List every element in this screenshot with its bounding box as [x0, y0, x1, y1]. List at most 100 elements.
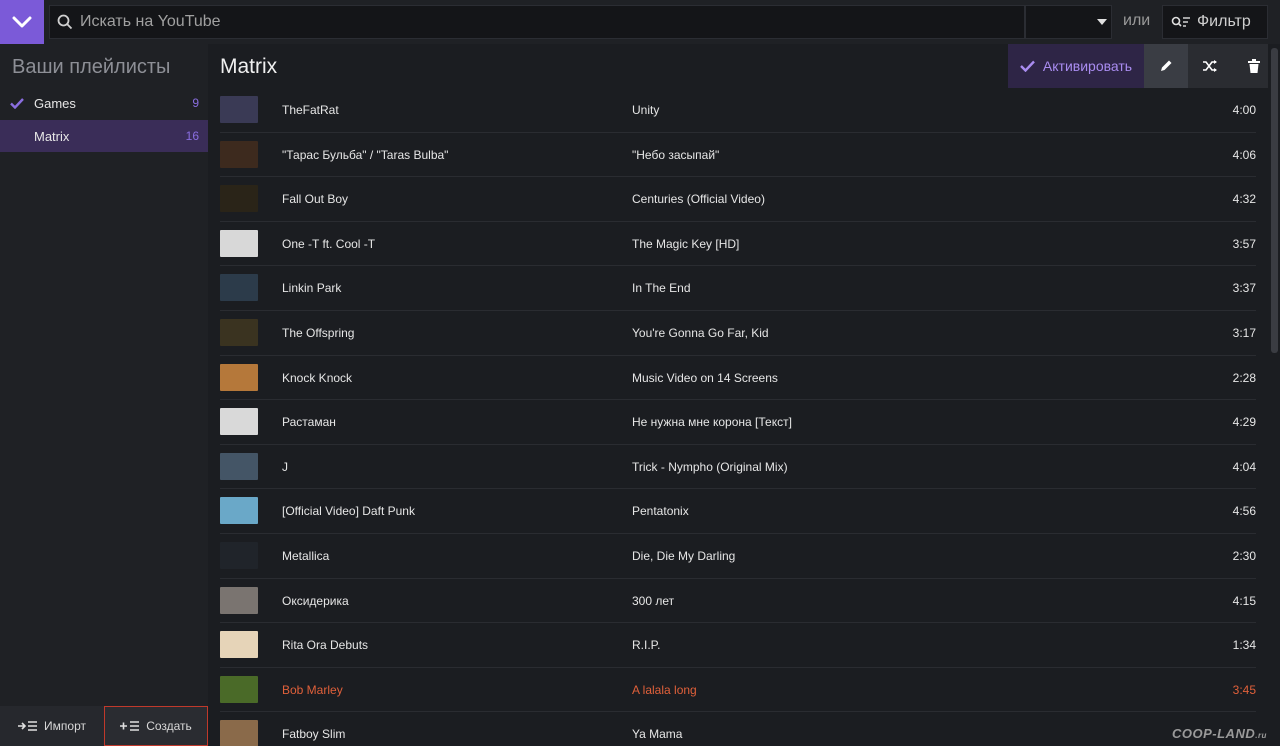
dropdown-arrow-icon: [1097, 19, 1107, 25]
video-thumbnail: [220, 497, 258, 525]
track-row[interactable]: One -T ft. Cool -T The Magic Key [HD] 3:57: [220, 222, 1256, 267]
video-thumbnail: [220, 675, 258, 703]
track-title: Music Video on 14 Screens: [632, 370, 778, 385]
track-title: Unity: [632, 103, 660, 117]
track-duration: 4:00: [1232, 103, 1256, 117]
track-row[interactable]: [Official Video] Daft Punk Pentatonix 4:56: [220, 489, 1256, 534]
track-row[interactable]: TheFatRat Unity 4:00: [220, 88, 1256, 133]
search-input[interactable]: [80, 13, 980, 31]
track-title: Trick - Nympho (Original Mix): [632, 459, 788, 474]
add-list-icon: [120, 721, 140, 731]
track-duration: 1:34: [1232, 638, 1256, 653]
track-row[interactable]: "Тарас Бульба" / "Taras Bulba" "Небо засы…: [220, 133, 1256, 178]
track-artist: Fall Out Boy: [282, 192, 349, 207]
sidebar: Ваши плейлисты Games 9 Matrix 16 Импорт: [0, 44, 208, 746]
playlist-count: 16: [185, 129, 199, 143]
playlist-item-games[interactable]: Games 9: [0, 87, 208, 119]
import-label: Импорт: [44, 719, 86, 733]
page-title: Matrix: [220, 55, 278, 78]
chevron-down-icon: [12, 16, 32, 28]
track-row[interactable]: Оксидерика 300 лет 4:15: [220, 579, 1256, 624]
playlist-name: Games: [34, 95, 76, 111]
or-label: или: [1123, 12, 1151, 29]
track-duration: 2:28: [1232, 370, 1256, 385]
track-artist: Оксидерика: [282, 593, 349, 608]
track-artist: One -T ft. Cool -T: [282, 236, 376, 251]
track-artist: Fatboy Slim: [282, 727, 346, 742]
track-duration: 4:29: [1232, 415, 1256, 430]
track-title: Не нужна мне корона [Текст]: [632, 415, 792, 430]
sidebar-actions: Импорт Создать: [0, 706, 208, 746]
video-thumbnail: [220, 452, 258, 480]
track-artist: "Тарас Бульба" / "Taras Bulba": [282, 147, 449, 162]
track-duration: 4:15: [1232, 593, 1256, 608]
track-artist: Растаман: [282, 415, 336, 430]
video-thumbnail: [220, 274, 258, 302]
shuffle-button[interactable]: [1188, 44, 1232, 88]
video-thumbnail: [220, 541, 258, 569]
video-thumbnail: [220, 586, 258, 614]
track-duration: 4:56: [1232, 504, 1256, 519]
filter-label: Фильтр: [1197, 13, 1251, 30]
video-thumbnail: [220, 363, 258, 391]
activate-button[interactable]: Активировать: [1008, 44, 1144, 88]
track-row[interactable]: Metallica Die, Die My Darling 2:30: [220, 534, 1256, 579]
track-title: "Небо засыпай": [632, 147, 720, 162]
check-icon: [1020, 60, 1035, 72]
video-thumbnail: [220, 408, 258, 436]
filter-button[interactable]: Фильтр: [1162, 5, 1268, 39]
track-artist: Linkin Park: [282, 281, 342, 296]
video-thumbnail: [220, 631, 258, 659]
track-duration: 3:57: [1232, 236, 1256, 251]
track-row[interactable]: J Trick - Nympho (Original Mix) 4:04: [220, 445, 1256, 490]
menu-toggle-button[interactable]: [0, 0, 44, 44]
track-row[interactable]: Fatboy Slim Ya Mama: [220, 712, 1256, 746]
import-button[interactable]: Импорт: [0, 706, 104, 746]
sidebar-title: Ваши плейлисты: [12, 56, 171, 78]
create-label: Создать: [146, 719, 192, 733]
search-type-select[interactable]: [1025, 5, 1112, 39]
track-title: In The End: [632, 281, 691, 296]
track-row[interactable]: Rita Ora Debuts R.I.P. 1:34: [220, 623, 1256, 668]
track-title: R.I.P.: [632, 638, 661, 653]
track-duration: 4:04: [1232, 459, 1256, 474]
import-icon: [18, 721, 38, 731]
track-title: Pentatonix: [632, 504, 689, 519]
track-duration: 3:45: [1232, 682, 1256, 697]
track-row[interactable]: Fall Out Boy Centuries (Official Video) 4:…: [220, 177, 1256, 222]
track-title: The Magic Key [HD]: [632, 236, 740, 251]
track-artist: Bob Marley: [282, 682, 343, 697]
track-title: Ya Mama: [632, 727, 683, 742]
video-thumbnail: [220, 229, 258, 257]
trash-icon: [1248, 59, 1260, 73]
scrollbar-thumb[interactable]: [1271, 48, 1278, 353]
track-duration: 3:17: [1232, 325, 1256, 340]
track-row[interactable]: Linkin Park In The End 3:37: [220, 266, 1256, 311]
track-artist: Rita Ora Debuts: [282, 638, 369, 653]
track-duration: 3:37: [1232, 281, 1256, 296]
edit-button[interactable]: [1144, 44, 1188, 88]
track-title: 300 лет: [632, 593, 675, 608]
search-box: [49, 5, 1025, 39]
track-duration: 4:32: [1232, 192, 1256, 207]
track-list: TheFatRat Unity 4:00 "Тарас Бульба" / "Tara…: [220, 88, 1256, 746]
top-bar: или Фильтр: [0, 0, 1280, 44]
filter-search-icon: [1171, 16, 1190, 27]
track-row[interactable]: Knock Knock Music Video on 14 Screens 2:28: [220, 356, 1256, 401]
pencil-icon: [1161, 60, 1172, 71]
track-duration: 4:06: [1232, 147, 1256, 162]
track-artist: TheFatRat: [282, 103, 339, 117]
track-artist: The Offspring: [282, 325, 355, 340]
track-row[interactable]: Растаман Не нужна мне корона [Текст] 4:29: [220, 400, 1256, 445]
playlist-item-matrix[interactable]: Matrix 16: [0, 120, 208, 152]
video-thumbnail: [220, 318, 258, 346]
scrollbar[interactable]: [1268, 44, 1280, 746]
track-title: A lalala long: [632, 682, 697, 697]
video-thumbnail: [220, 96, 258, 123]
track-row[interactable]: Bob Marley A lalala long 3:45: [220, 668, 1256, 713]
track-title: You're Gonna Go Far, Kid: [632, 325, 769, 340]
track-row[interactable]: The Offspring You're Gonna Go Far, Kid 3:1…: [220, 311, 1256, 356]
watermark: COOP-LAND.ru: [1172, 726, 1267, 741]
playlist-toolbar: Активировать: [1008, 44, 1276, 88]
create-playlist-button[interactable]: Создать: [104, 706, 208, 746]
